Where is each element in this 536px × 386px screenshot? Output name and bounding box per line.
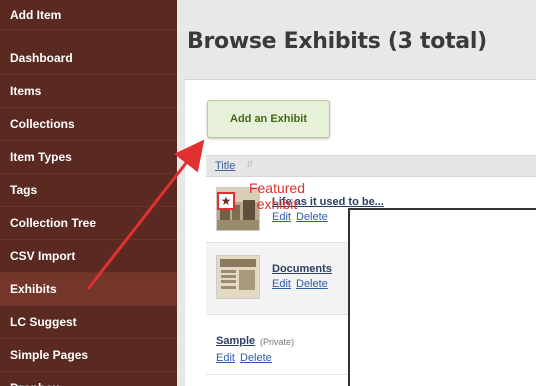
featured-annotation: Featured exhibit	[245, 180, 309, 212]
sidebar-item-dashboard[interactable]: Dashboard	[0, 42, 177, 75]
edit-link[interactable]: Edit	[272, 211, 291, 223]
sidebar-item-collections[interactable]: Collections	[0, 108, 177, 141]
exhibit-thumbnail[interactable]	[216, 255, 260, 299]
private-status: (Private)	[260, 337, 295, 347]
sidebar-item-add-item[interactable]: Add Item	[0, 0, 177, 30]
star-icon[interactable]: ★	[217, 192, 235, 210]
sidebar-item-item-types[interactable]: Item Types	[0, 141, 177, 174]
sidebar-item-csv-import[interactable]: CSV Import	[0, 240, 177, 273]
sidebar-item-dropbox[interactable]: Dropbox	[0, 372, 177, 386]
sidebar-item-collection-tree[interactable]: Collection Tree	[0, 207, 177, 240]
sort-icon[interactable]: ⇵	[246, 159, 254, 170]
sidebar-item-simple-pages[interactable]: Simple Pages	[0, 339, 177, 372]
annotation-line-2: exhibit	[256, 196, 298, 212]
table-header: Title ⇵	[206, 155, 536, 177]
exhibit-title-link[interactable]: Sample	[216, 335, 255, 347]
sidebar: Add Item Dashboard Items Collections Ite…	[0, 0, 177, 386]
annotation-line-1: Featured	[248, 180, 306, 196]
sidebar-item-exhibits[interactable]: Exhibits	[0, 273, 177, 306]
sidebar-item-lc-suggest[interactable]: LC Suggest	[0, 306, 177, 339]
sidebar-item-items[interactable]: Items	[0, 75, 177, 108]
delete-link[interactable]: Delete	[296, 278, 328, 290]
edit-link[interactable]: Edit	[272, 278, 291, 290]
page-title: Browse Exhibits (3 total)	[187, 29, 487, 54]
exhibit-title-link[interactable]: Documents	[272, 263, 332, 275]
edit-link[interactable]: Edit	[216, 352, 235, 364]
title-column-header[interactable]: Title	[215, 160, 235, 172]
overlay-panel	[348, 208, 536, 386]
delete-link[interactable]: Delete	[240, 352, 272, 364]
sidebar-item-tags[interactable]: Tags	[0, 174, 177, 207]
add-exhibit-button[interactable]: Add an Exhibit	[207, 100, 330, 138]
delete-link[interactable]: Delete	[296, 211, 328, 223]
